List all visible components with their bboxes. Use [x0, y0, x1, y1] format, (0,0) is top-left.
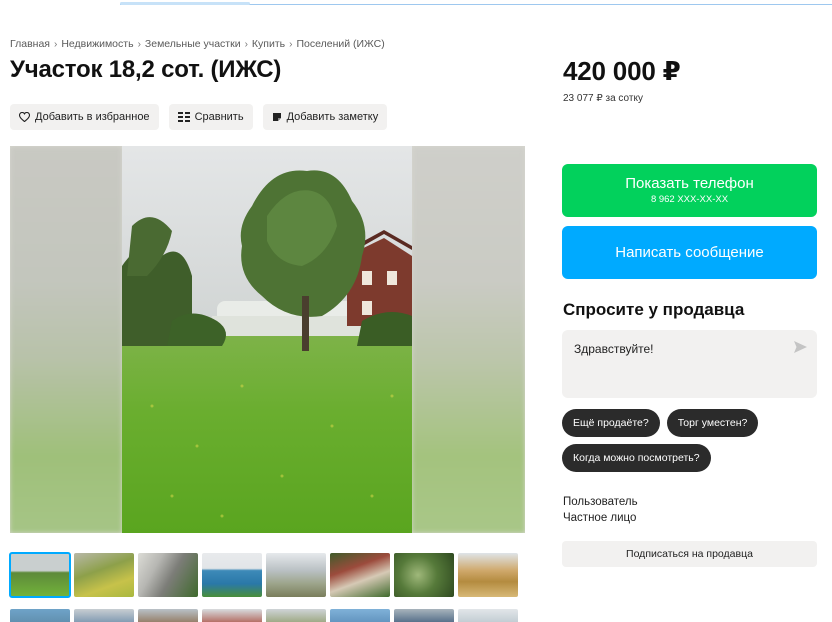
quick-questions: Ещё продаёте? Торг уместен? Когда можно …	[562, 409, 817, 472]
add-note-label: Добавить заметку	[286, 111, 379, 123]
thumbnail[interactable]	[394, 609, 454, 622]
subscribe-seller-button[interactable]: Подписаться на продавца	[562, 541, 817, 567]
gallery-blur-right	[412, 146, 525, 533]
heart-icon	[19, 112, 30, 122]
question-chip-viewing[interactable]: Когда можно посмотреть?	[562, 444, 711, 472]
page-title: Участок 18,2 сот. (ИЖС)	[10, 56, 282, 83]
gallery-blur-left	[10, 146, 122, 533]
thumbnail[interactable]	[138, 609, 198, 622]
chevron-right-icon: ›	[53, 38, 58, 50]
compare-label: Сравнить	[194, 111, 244, 123]
thumbnail[interactable]	[458, 609, 518, 622]
seller-name[interactable]: Пользователь	[563, 494, 638, 510]
main-photo[interactable]	[122, 146, 412, 533]
thumbnail[interactable]	[9, 552, 71, 598]
breadcrumb-realty[interactable]: Недвижимость	[61, 38, 133, 50]
breadcrumb-category[interactable]: Поселений (ИЖС)	[296, 38, 384, 50]
thumbnail[interactable]	[458, 553, 518, 597]
show-phone-label: Показать телефон	[625, 175, 754, 192]
send-icon[interactable]	[794, 340, 807, 358]
top-tab-indicator	[120, 2, 250, 5]
question-chip-still-selling[interactable]: Ещё продаёте?	[562, 409, 660, 437]
chevron-right-icon: ›	[289, 38, 293, 50]
note-icon	[272, 113, 281, 121]
breadcrumb-home[interactable]: Главная	[10, 38, 50, 50]
add-note-button[interactable]: Добавить заметку	[262, 104, 388, 130]
thumbnail[interactable]	[202, 609, 262, 622]
thumbnail[interactable]	[330, 609, 390, 622]
thumbnail[interactable]	[138, 553, 198, 597]
question-chip-bargain[interactable]: Торг уместен?	[666, 409, 759, 437]
breadcrumb-buy[interactable]: Купить	[252, 38, 285, 50]
seller-type: Частное лицо	[563, 512, 637, 524]
thumbnail[interactable]	[394, 553, 454, 597]
breadcrumb-land[interactable]: Земельные участки	[145, 38, 241, 50]
listing-actions: Добавить в избранное Сравнить Добавить з…	[10, 104, 388, 130]
ask-seller-box	[562, 330, 817, 398]
thumbnail[interactable]	[10, 609, 70, 622]
ask-seller-heading: Спросите у продавца	[563, 300, 745, 319]
compare-button[interactable]: Сравнить	[168, 104, 253, 130]
compare-icon	[177, 112, 190, 122]
thumbnail[interactable]	[202, 553, 262, 597]
thumbnail[interactable]	[266, 553, 326, 597]
price: 420 000 ₽	[563, 56, 681, 86]
show-phone-button[interactable]: Показать телефон 8 962 XXX-XX-XX	[562, 164, 817, 217]
thumbnail-strip	[9, 552, 518, 622]
breadcrumb: Главная › Недвижимость › Земельные участ…	[10, 38, 385, 50]
thumbnail[interactable]	[266, 609, 326, 622]
photo-gallery[interactable]	[10, 146, 525, 533]
chevron-right-icon: ›	[137, 38, 141, 50]
thumbnail[interactable]	[74, 553, 134, 597]
chevron-right-icon: ›	[244, 38, 248, 50]
ask-seller-input[interactable]	[562, 330, 817, 398]
phone-number-masked: 8 962 XXX-XX-XX	[650, 194, 729, 205]
write-message-button[interactable]: Написать сообщение	[562, 226, 817, 279]
seller-info: Пользователь Частное лицо	[563, 494, 638, 526]
price-per-unit: 23 077 ₽ за сотку	[563, 93, 643, 104]
thumbnail[interactable]	[74, 609, 134, 622]
thumbnail[interactable]	[330, 553, 390, 597]
add-to-favorites-label: Добавить в избранное	[35, 111, 150, 123]
add-to-favorites-button[interactable]: Добавить в избранное	[10, 104, 159, 130]
